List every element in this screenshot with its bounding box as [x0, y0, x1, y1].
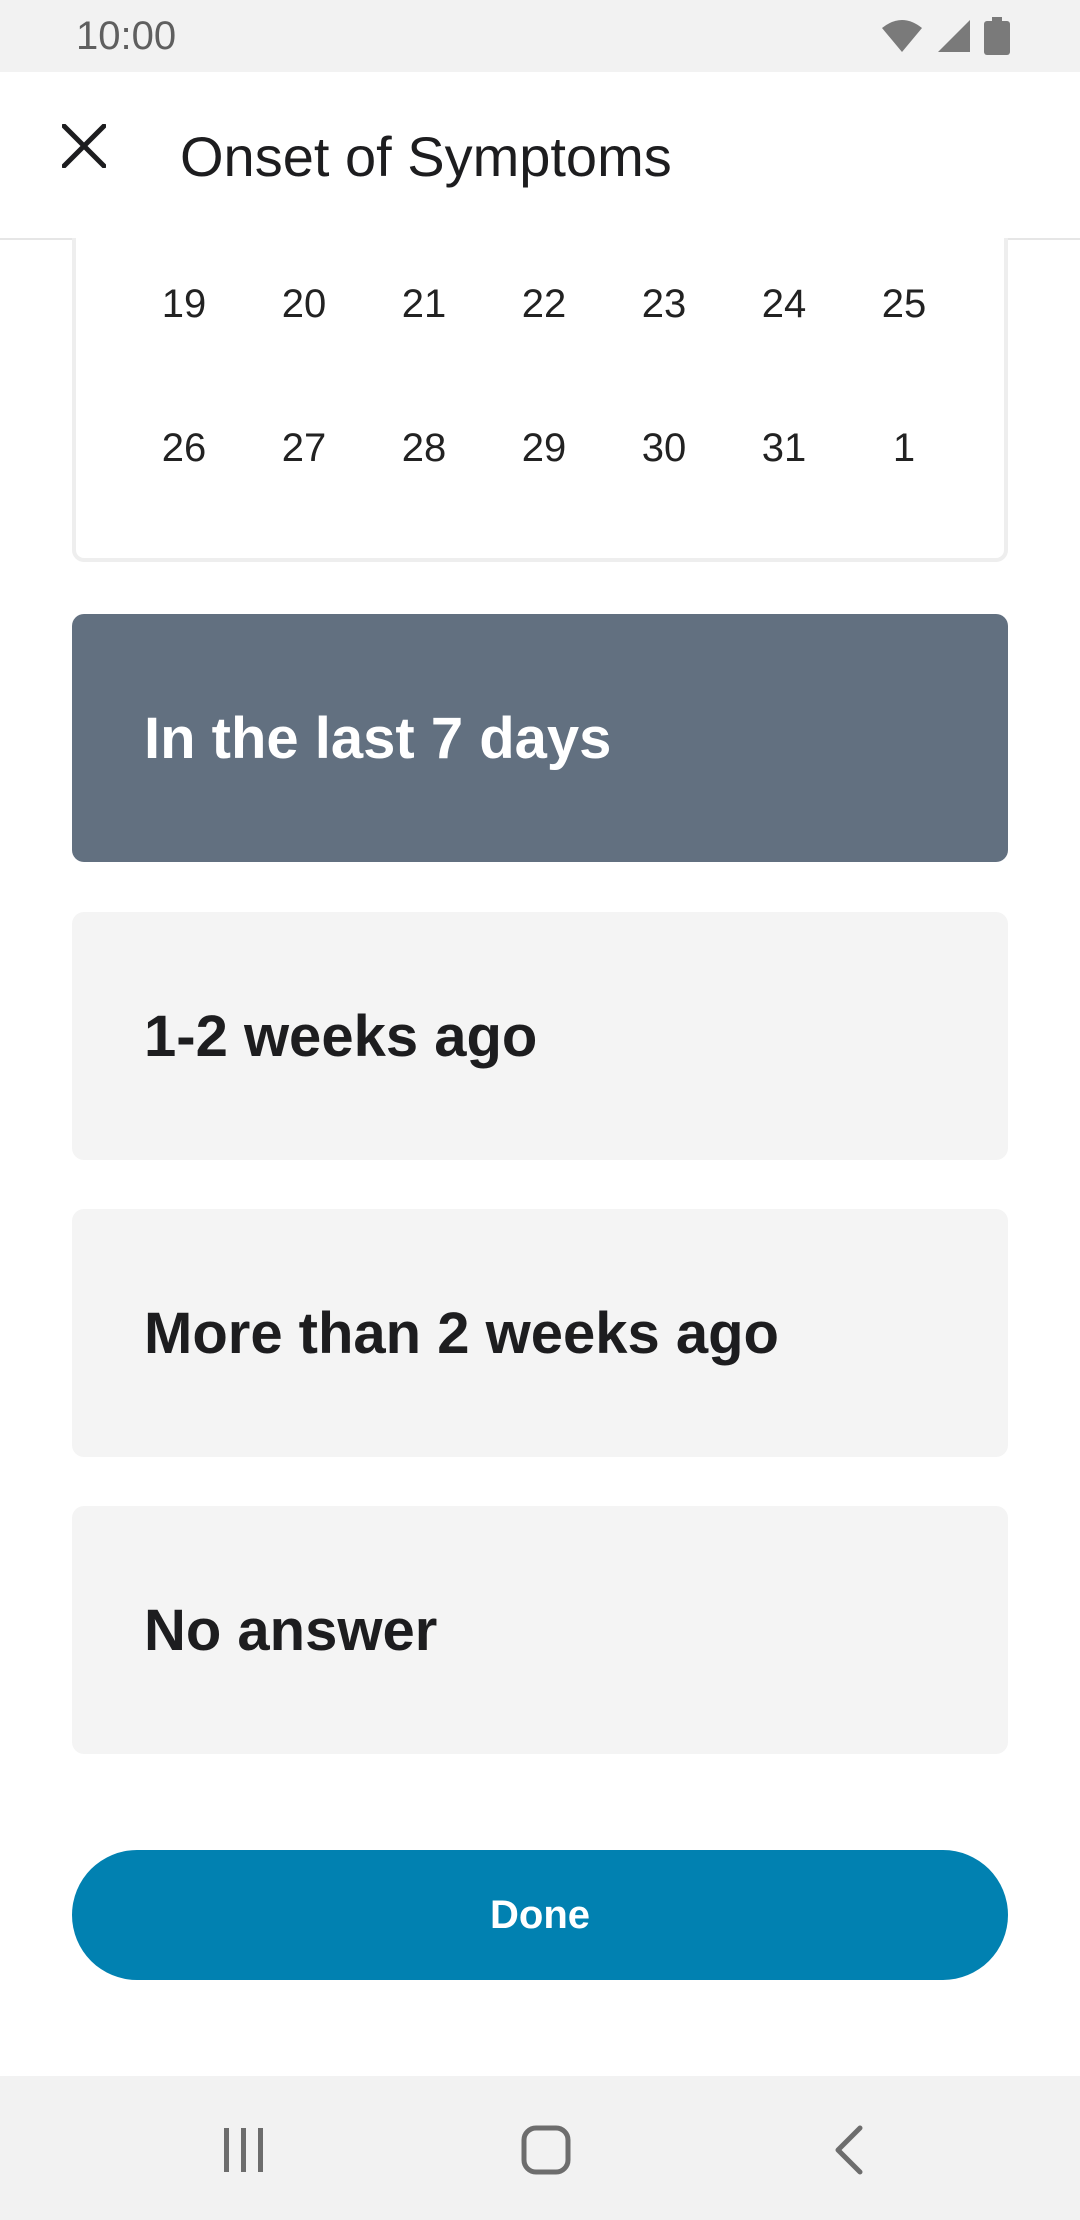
status-icons [880, 14, 1010, 58]
option-1-2-weeks-ago[interactable]: 1-2 weeks ago [72, 912, 1008, 1160]
back-icon [830, 2124, 866, 2181]
home-icon [521, 2125, 571, 2180]
status-time: 10:00 [76, 14, 177, 58]
calendar-day[interactable]: 28 [384, 408, 464, 488]
calendar-day[interactable]: 19 [144, 264, 224, 344]
option-label: More than 2 weeks ago [144, 1300, 779, 1366]
calendar-day[interactable]: 27 [264, 408, 344, 488]
calendar-day[interactable]: 20 [264, 264, 344, 344]
calendar-day[interactable]: 23 [624, 264, 704, 344]
close-button[interactable] [44, 108, 124, 188]
option-label: 1-2 weeks ago [144, 1003, 538, 1069]
calendar-day[interactable]: 24 [744, 264, 824, 344]
option-no-answer[interactable]: No answer [72, 1506, 1008, 1754]
wifi-icon [880, 18, 924, 54]
done-button[interactable]: Done [72, 1850, 1008, 1980]
battery-icon [984, 17, 1010, 55]
home-button[interactable] [506, 2112, 586, 2192]
app-bar: Onset of Symptoms [0, 72, 1080, 240]
calendar: 19 20 21 22 23 24 25 26 27 28 29 30 31 1 [72, 238, 1008, 562]
calendar-day[interactable]: 1 [864, 408, 944, 488]
calendar-day[interactable]: 22 [504, 264, 584, 344]
calendar-week: 26 27 28 29 30 31 1 [76, 408, 1004, 488]
signal-icon [936, 18, 972, 54]
option-last-7-days[interactable]: In the last 7 days [72, 614, 1008, 862]
option-label: No answer [144, 1597, 438, 1663]
system-nav-bar [0, 2076, 1080, 2220]
calendar-day[interactable]: 30 [624, 408, 704, 488]
calendar-day[interactable]: 21 [384, 264, 464, 344]
status-bar: 10:00 [0, 0, 1080, 72]
calendar-day[interactable]: 31 [744, 408, 824, 488]
page-title: Onset of Symptoms [180, 125, 672, 188]
calendar-day[interactable]: 26 [144, 408, 224, 488]
calendar-week: 19 20 21 22 23 24 25 [76, 264, 1004, 344]
recent-apps-icon [222, 2126, 266, 2179]
back-button[interactable] [808, 2112, 888, 2192]
calendar-day[interactable]: 25 [864, 264, 944, 344]
option-more-than-2-weeks-ago[interactable]: More than 2 weeks ago [72, 1209, 1008, 1457]
close-icon [61, 123, 107, 173]
recent-apps-button[interactable] [204, 2112, 284, 2192]
option-label: In the last 7 days [144, 705, 612, 771]
calendar-day[interactable]: 29 [504, 408, 584, 488]
